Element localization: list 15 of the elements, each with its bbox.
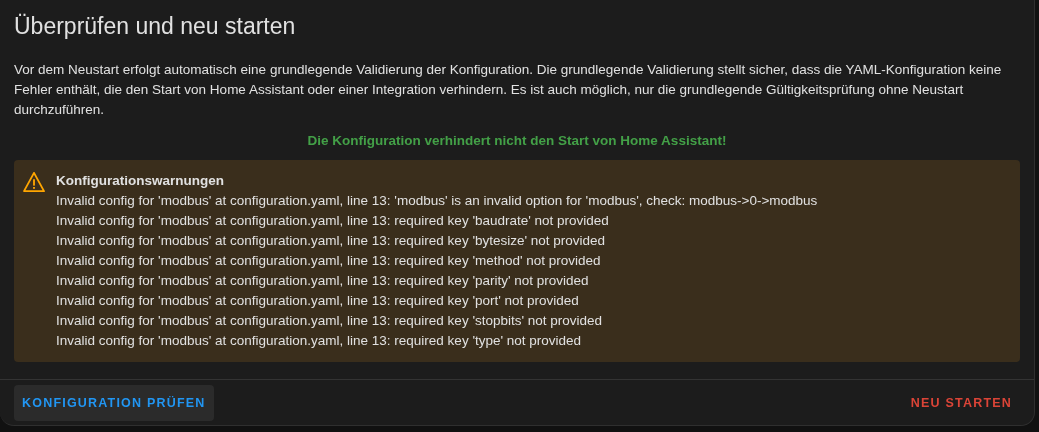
warning-line: Invalid config for 'modbus' at configuration.yaml, line 13: required key 'method' not provided xyxy=(56,252,602,270)
warning-line: Invalid config for 'modbus' at configuration.yaml, line 13: required key 'baudrate' not provided xyxy=(56,212,610,230)
warning-line: Invalid config for 'modbus' at configuration.yaml, line 13: required key 'stopbits' not provided xyxy=(56,312,604,330)
dialog-title: Überprüfen und neu starten xyxy=(14,12,297,41)
restart-button[interactable]: NEU STARTEN xyxy=(902,385,1020,421)
check-config-button[interactable]: KONFIGURATION PRÜFEN xyxy=(14,385,214,421)
warning-line: Invalid config for 'modbus' at configuration.yaml, line 13: required key 'parity' not provided xyxy=(56,272,590,290)
warning-title: Konfigurationswarnungen xyxy=(56,172,225,190)
status-message: Die Konfiguration verhindert nicht den Start von Home Assistant! xyxy=(307,132,727,150)
warning-line: Invalid config for 'modbus' at configuration.yaml, line 13: required key 'port' not provided xyxy=(56,292,580,310)
warning-icon xyxy=(23,172,45,192)
warning-line: Invalid config for 'modbus' at configuration.yaml, line 13: 'modbus' is an invalid option for 'modbus', check: modbus->0->modbus xyxy=(56,192,818,210)
warning-line: Invalid config for 'modbus' at configuration.yaml, line 13: required key 'type' not provided xyxy=(56,332,583,350)
warning-line: Invalid config for 'modbus' at configuration.yaml, line 13: required key 'bytesize' not provided xyxy=(56,232,607,250)
description-text: Vor dem Neustart erfolgt automatisch eine grundlegende Validierung der Konfiguration. Die grundlegende Validierung stellt sicher, dass die YAML-Konfiguration keine Fehler enthält, die den Start von Home Assistant oder einer Integration verhindern. Es ist auch möglich, nur die grundlegende Gültigkeitsprüfung ohne Neustart durchzuführen. xyxy=(14,61,1003,119)
